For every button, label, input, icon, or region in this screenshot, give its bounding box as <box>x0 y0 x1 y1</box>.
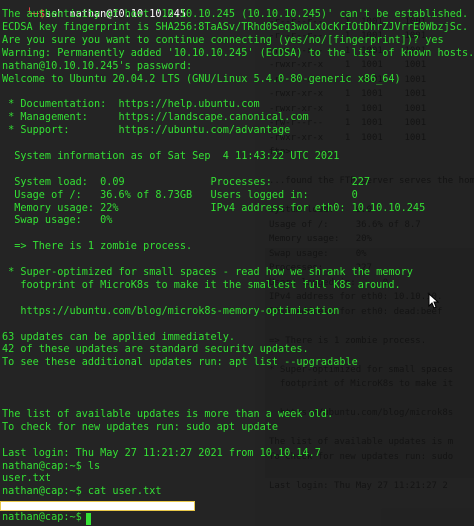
terminal-line: user.txt <box>2 473 52 485</box>
terminal-line: To see these additional updates run: apt… <box>2 357 358 369</box>
terminal-line: Memory usage: 22% IPv4 address for eth0:… <box>2 202 426 214</box>
redacted-flag-bar <box>0 501 195 511</box>
terminal-line: * Documentation: https://help.ubuntu.com <box>2 99 260 111</box>
terminal-line: Swap usage: 0% <box>2 215 113 227</box>
terminal-line: ECDSA key fingerprint is SHA256:8TaASv/T… <box>2 21 469 33</box>
terminal-line: To check for new updates run: sudo apt u… <box>2 421 279 433</box>
terminal-line: * Management: https://landscape.canonica… <box>2 112 309 124</box>
terminal-line: nathan@cap:~$ ls <box>2 460 101 472</box>
terminal-line: 42 of these updates are standard securit… <box>2 344 309 356</box>
terminal-cursor <box>86 513 91 525</box>
terminal-line: https://ubuntu.com/blog/microk8s-memory-… <box>2 305 340 317</box>
terminal-line: System information as of Sat Sep 4 11:43… <box>2 150 340 162</box>
terminal-line: Warning: Permanently added '10.10.10.245… <box>2 47 474 59</box>
terminal-line: * Super-optimized for small spaces - rea… <box>2 267 413 278</box>
terminal-line: The authenticity of host '10.10.10.245 (… <box>2 9 469 20</box>
terminal-line: Welcome to Ubuntu 20.04.2 LTS (GNU/Linux… <box>2 73 401 85</box>
terminal-line: * Support: https://ubuntu.com/advantage <box>2 125 291 137</box>
terminal-line: nathan@cap:~$ <box>2 512 88 524</box>
mouse-pointer-icon <box>428 293 440 309</box>
terminal-line: Last login: Thu May 27 11:21:27 2021 fro… <box>2 447 321 459</box>
terminal-window[interactable]: └─$ssh nathan@10.10.10.245 The authentic… <box>0 0 474 526</box>
ssh-command-line: └─$ssh nathan@10.10.10.245 <box>2 0 186 20</box>
terminal-line: footprint of MicroK8s to make it the sma… <box>2 279 401 291</box>
terminal-line: => There is 1 zombie process. <box>2 241 193 253</box>
terminal-line: 63 updates can be applied immediately. <box>2 331 236 343</box>
terminal-line: Usage of /: 36.6% of 8.73GB Users logged… <box>2 189 358 201</box>
terminal-line: nathan@10.10.10.245's password: <box>2 60 193 72</box>
terminal-line: System load: 0.09 Processes: 227 <box>2 176 371 188</box>
terminal-line: Are you sure you want to continue connec… <box>2 34 444 46</box>
terminal-line: The list of available updates is more th… <box>2 408 334 420</box>
terminal-line: nathan@cap:~$ cat user.txt <box>2 486 162 498</box>
